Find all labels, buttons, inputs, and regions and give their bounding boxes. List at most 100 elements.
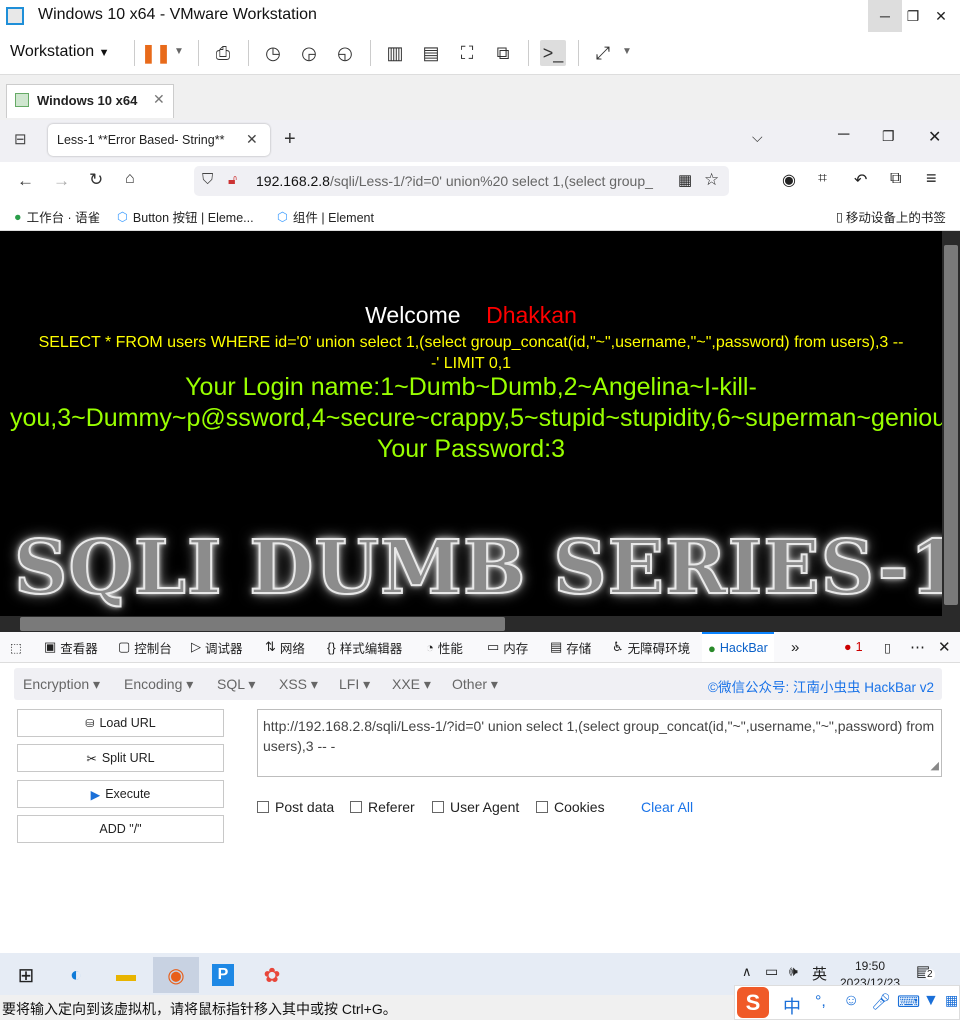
tab-storage[interactable]: ▤ 存储 — [550, 632, 591, 662]
stretch-icon[interactable]: ⤢ — [590, 40, 616, 66]
devtools-menu-icon[interactable]: ⋯ — [910, 632, 925, 662]
browser-close-button[interactable]: ✕ — [928, 127, 941, 147]
xxe-menu[interactable]: XXE ▾ — [392, 676, 431, 693]
sql-menu[interactable]: SQL ▾ — [217, 676, 255, 693]
volume-icon[interactable]: 🕪︎ — [789, 963, 798, 980]
bookmark-star-icon[interactable]: ☆ — [704, 170, 719, 190]
notifications-icon[interactable]: ▤ 2 — [916, 962, 935, 980]
undo-icon[interactable]: ↶ — [854, 170, 867, 190]
checkbox-box[interactable] — [350, 801, 362, 813]
fullscreen-icon[interactable]: ⛶ — [454, 40, 480, 66]
error-badge[interactable]: ● 1 — [844, 632, 863, 662]
console-icon[interactable]: >_ — [540, 40, 566, 66]
list-tabs-icon[interactable]: ⌵ — [752, 129, 763, 146]
cookies-checkbox[interactable]: Cookies — [536, 799, 605, 815]
encoding-menu[interactable]: Encoding ▾ — [124, 676, 193, 693]
send-ctrl-alt-del-icon[interactable]: ⎙ — [210, 40, 236, 66]
snapshot-icon[interactable]: ◷ — [260, 40, 286, 66]
sogou-logo-icon[interactable]: S — [737, 987, 769, 1018]
browser-minimize-button[interactable]: ─ — [838, 126, 849, 144]
lfi-menu[interactable]: LFI ▾ — [339, 676, 370, 693]
checkbox-box[interactable] — [536, 801, 548, 813]
revert-snapshot-icon[interactable]: ◶ — [296, 40, 322, 66]
clear-all-link[interactable]: Clear All — [641, 799, 693, 815]
bookmark-item[interactable]: ⬡ 组件 | Element — [277, 207, 374, 226]
vm-tab[interactable]: Windows 10 x64 ✕ — [6, 84, 174, 118]
url-bar[interactable]: ⛉ 🔓︎ 192.168.2.8/sqli/Less-1/?id=0' unio… — [194, 166, 729, 196]
tab-style-editor[interactable]: {} 样式编辑器 — [327, 632, 402, 662]
hackbar-url-textarea[interactable]: http://192.168.2.8/sqli/Less-1/?id=0' un… — [257, 709, 942, 777]
browser-restore-button[interactable]: ❐ — [882, 128, 895, 145]
devtools-close-icon[interactable]: ✕ — [938, 632, 951, 662]
ime-punctuation-mode[interactable]: °, — [815, 993, 826, 1011]
tab-network[interactable]: ⇅ 网络 — [265, 632, 305, 662]
dock-icon[interactable]: ▯ — [884, 632, 891, 662]
workstation-menu[interactable]: Workstation ▼ — [10, 43, 110, 61]
tab-performance[interactable]: ◔ 性能 — [426, 632, 463, 662]
bookmark-item[interactable]: ⬡ Button 按钮 | Eleme... — [117, 207, 254, 226]
checkbox-box[interactable] — [432, 801, 444, 813]
add-slash-button[interactable]: ADD "/" — [17, 815, 224, 843]
pause-dropdown-icon[interactable]: ▼ — [174, 46, 184, 57]
insecure-lock-icon[interactable]: 🔓︎ — [228, 171, 237, 188]
element-picker-icon[interactable]: ⬚ — [10, 632, 22, 662]
shield-icon[interactable]: ⛉ — [202, 171, 213, 188]
snapshot-manager-icon[interactable]: ◵ — [332, 40, 358, 66]
start-icon[interactable]: ⊞ — [6, 957, 46, 993]
thumbnail-icon[interactable]: ▤ — [418, 40, 444, 66]
ime-chinese-mode[interactable]: 中 — [783, 993, 801, 1019]
account-icon[interactable]: ◉ — [782, 170, 796, 190]
firefox-icon[interactable]: ◉ — [153, 957, 199, 993]
app-icon[interactable]: ✿ — [252, 957, 292, 993]
ime-keyboard-icon[interactable]: ⌨︎ — [897, 992, 920, 1012]
pause-icon[interactable]: ❚❚ — [141, 40, 171, 66]
home-icon[interactable]: ⌂ — [125, 170, 135, 188]
tray-expand-icon[interactable]: ∧ — [742, 964, 752, 980]
xss-menu[interactable]: XSS ▾ — [279, 676, 318, 693]
ime-skin-icon[interactable]: ▼ — [923, 992, 939, 1010]
ime-emoji-icon[interactable]: ☺ — [843, 992, 859, 1010]
network-tray-icon[interactable]: ▭ — [765, 963, 778, 980]
bookmark-item[interactable]: ● 工作台 · 语雀 — [14, 207, 100, 226]
close-button[interactable]: ✕ — [924, 0, 958, 32]
new-tab-icon[interactable]: + — [284, 128, 296, 151]
tab-accessibility[interactable]: ♿︎ 无障碍环境 — [612, 632, 690, 662]
checkbox-box[interactable] — [257, 801, 269, 813]
library-icon[interactable]: ▥ — [382, 40, 408, 66]
forward-icon[interactable]: → — [53, 171, 70, 191]
post-data-checkbox[interactable]: Post data — [257, 799, 334, 815]
hackbar-credit-link[interactable]: ©微信公众号: 江南小虫虫 HackBar v2 — [708, 676, 934, 696]
tab-close-icon[interactable]: ✕ — [246, 131, 258, 148]
stretch-dropdown-icon[interactable]: ▼ — [622, 46, 632, 57]
vertical-scrollbar[interactable] — [942, 231, 960, 632]
url-text[interactable]: 192.168.2.8/sqli/Less-1/?id=0' union%20 … — [256, 173, 666, 189]
more-tabs-icon[interactable]: » — [791, 632, 799, 662]
tab-memory[interactable]: ▭ 内存 — [487, 632, 528, 662]
mobile-bookmarks[interactable]: ▯ 移动设备上的书签 — [836, 207, 946, 226]
back-icon[interactable]: ← — [17, 171, 34, 191]
tab-inspector[interactable]: ▣ 查看器 — [44, 632, 98, 662]
ime-menu-icon[interactable]: ▦ — [945, 992, 958, 1009]
vm-tab-close-icon[interactable]: ✕ — [153, 91, 165, 108]
tab-debugger[interactable]: ▷ 调试器 — [191, 632, 243, 662]
edge-icon[interactable]: ◐ — [56, 957, 96, 993]
tab-console[interactable]: ▢ 控制台 — [118, 632, 172, 662]
menu-icon[interactable]: ≡ — [926, 168, 937, 189]
file-explorer-icon[interactable]: ▬ — [106, 957, 146, 993]
load-url-button[interactable]: ⛁ Load URL — [17, 709, 224, 737]
crop-icon[interactable]: ⌗ — [818, 170, 827, 188]
ime-voice-icon[interactable]: 🎤︎ — [871, 992, 891, 1012]
resize-handle-icon[interactable]: ◢ — [931, 756, 939, 776]
encryption-menu[interactable]: Encryption ▾ — [23, 676, 100, 693]
unity-icon[interactable]: ⧉ — [490, 40, 516, 66]
tab-manager-icon[interactable]: ⊟ — [14, 130, 27, 148]
execute-button[interactable]: ▶ Execute — [17, 780, 224, 808]
ime-language-indicator[interactable]: 英 — [812, 963, 827, 984]
user-agent-checkbox[interactable]: User Agent — [432, 799, 519, 815]
split-url-button[interactable]: ✂︎ Split URL — [17, 744, 224, 772]
other-menu[interactable]: Other ▾ — [452, 676, 498, 693]
phpstudy-icon[interactable]: P — [203, 957, 243, 993]
qr-code-icon[interactable]: ▦ — [678, 171, 692, 189]
reload-icon[interactable]: ↻ — [89, 170, 103, 190]
referer-checkbox[interactable]: Referer — [350, 799, 415, 815]
